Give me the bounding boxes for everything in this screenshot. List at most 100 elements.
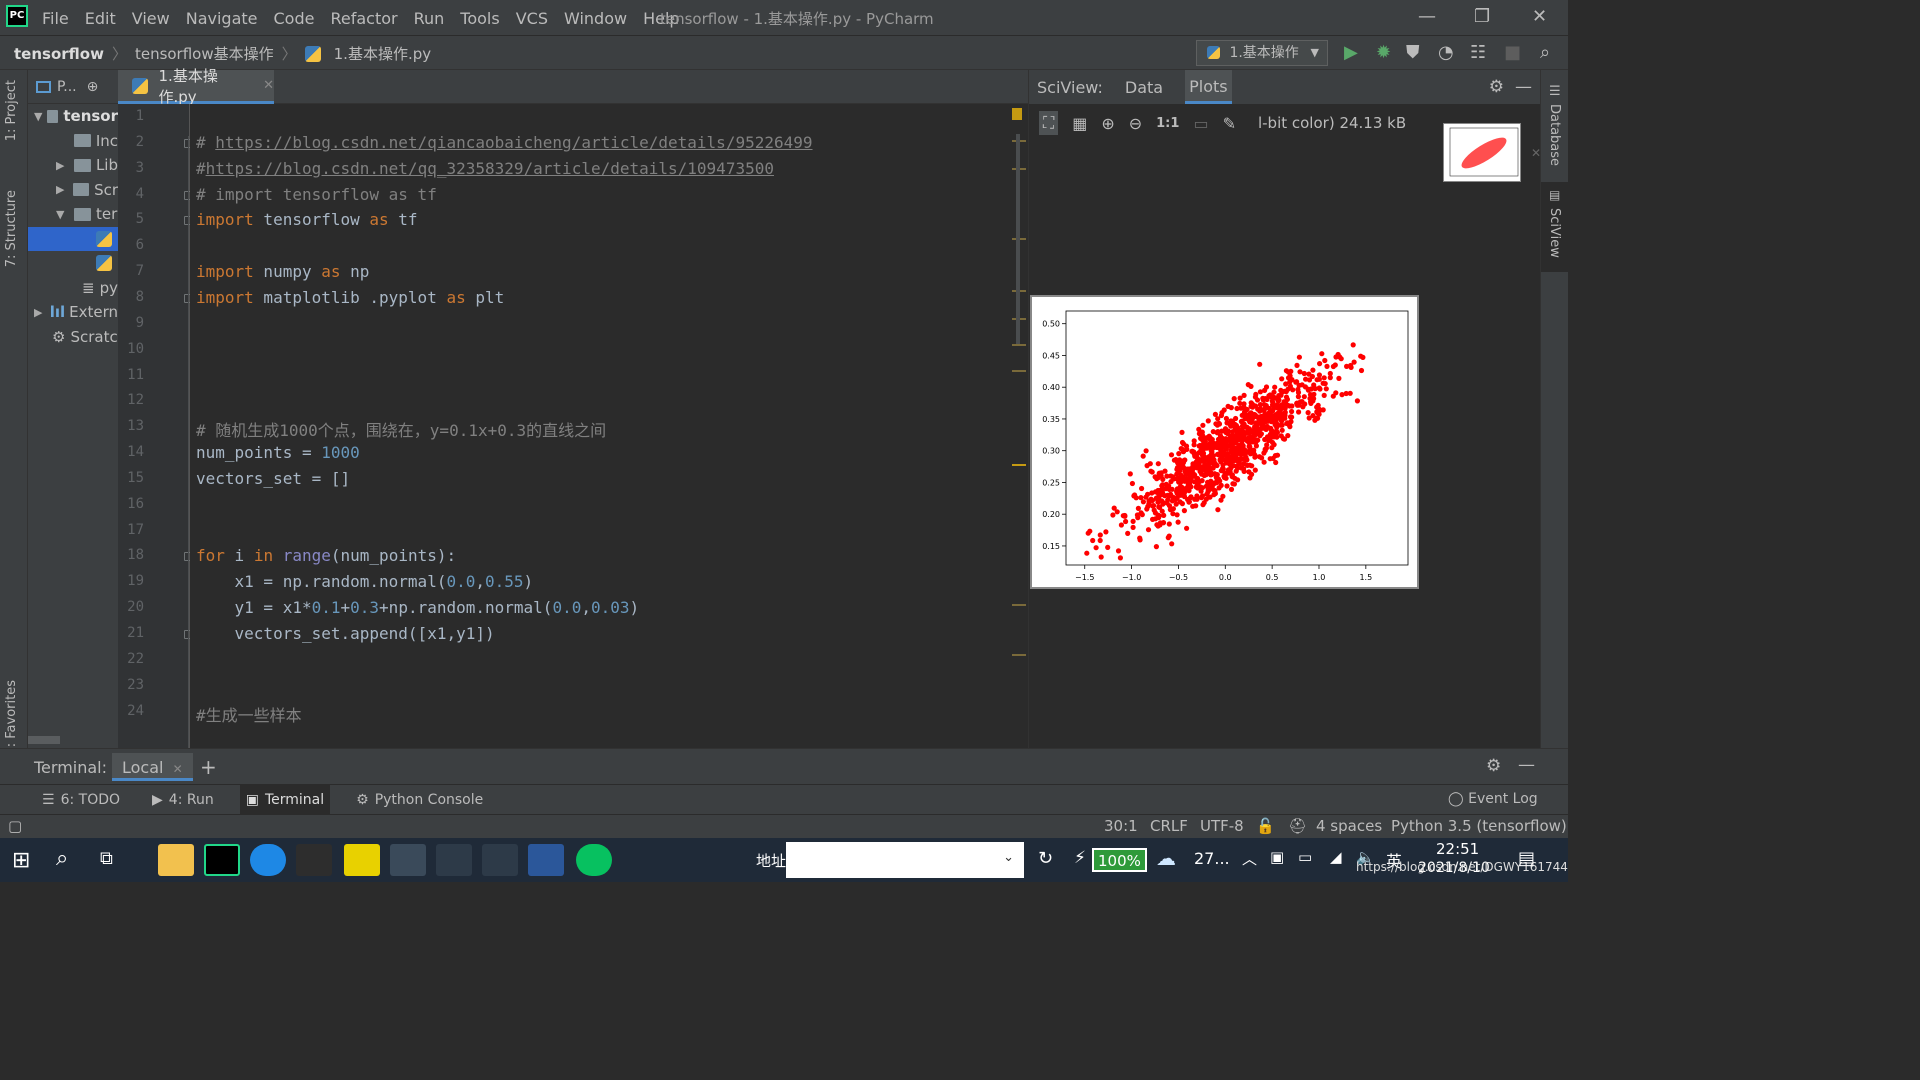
editor-tab-active[interactable]: 1.基本操作.py ✕ bbox=[118, 67, 274, 106]
tree-item[interactable]: ≣ py bbox=[28, 276, 118, 301]
run-configuration-select[interactable]: 1.基本操作 ▼ bbox=[1196, 40, 1328, 66]
tree-item[interactable]: ▼ ter bbox=[28, 202, 118, 227]
search-icon[interactable]: ⌕ bbox=[1540, 42, 1550, 63]
breadcrumb-project[interactable]: tensorflow bbox=[14, 45, 104, 63]
database-tool-tab[interactable]: Database bbox=[1547, 104, 1562, 166]
breadcrumb-file[interactable]: 1.基本操作.py bbox=[334, 43, 431, 64]
code-line[interactable]: # import tensorflow as tf bbox=[196, 185, 437, 204]
code-line[interactable]: vectors_set = [] bbox=[196, 469, 350, 488]
structure-tool-tab[interactable]: 7: Structure bbox=[4, 190, 19, 267]
wechat-icon[interactable] bbox=[576, 844, 612, 876]
file-explorer-icon[interactable] bbox=[158, 844, 194, 876]
tree-item[interactable] bbox=[28, 251, 118, 276]
tool-tab--todo[interactable]: ☰ 6: TODO bbox=[36, 785, 126, 815]
indent-setting[interactable]: 4 spaces bbox=[1316, 817, 1382, 835]
word-icon[interactable] bbox=[528, 844, 564, 876]
add-terminal-button[interactable]: + bbox=[200, 755, 217, 779]
menu-edit[interactable]: Edit bbox=[85, 9, 116, 28]
menu-refactor[interactable]: Refactor bbox=[330, 9, 397, 28]
warning-icon[interactable] bbox=[1012, 108, 1022, 120]
tool-tab--run[interactable]: ▶ 4: Run bbox=[146, 785, 220, 815]
tool-tab-python-console[interactable]: ⚙ Python Console bbox=[350, 785, 489, 815]
concurrency-icon[interactable]: ☷ bbox=[1470, 42, 1486, 63]
notification-icon[interactable]: ▤ bbox=[1518, 848, 1535, 869]
terminal-tab-local[interactable]: Local ✕ bbox=[112, 753, 193, 781]
inspector-icon[interactable]: ⛑ bbox=[1288, 817, 1307, 835]
debug-icon[interactable]: ✹ bbox=[1376, 42, 1391, 63]
jupyter-icon[interactable] bbox=[296, 844, 332, 876]
code-line[interactable]: #生成一些样本 bbox=[196, 702, 302, 726]
plot-thumbnail[interactable] bbox=[1443, 123, 1521, 182]
code-line[interactable]: vectors_set.append([x1,y1]) bbox=[196, 624, 495, 643]
menu-file[interactable]: File bbox=[42, 9, 69, 28]
windows-start-icon[interactable]: ⊞ bbox=[12, 848, 30, 873]
code-line[interactable]: for i in range(num_points): bbox=[196, 546, 456, 565]
menu-code[interactable]: Code bbox=[274, 9, 315, 28]
error-stripe[interactable] bbox=[1008, 104, 1028, 748]
code-line[interactable]: import tensorflow as tf bbox=[196, 210, 418, 229]
locate-icon[interactable]: ⊕ bbox=[87, 79, 99, 95]
zoom-in-icon[interactable]: ⊕ bbox=[1101, 114, 1114, 133]
camera-icon[interactable]: ▣ bbox=[1270, 848, 1284, 866]
tree-item[interactable]: ▶ Lib bbox=[28, 153, 118, 178]
code-line[interactable]: num_points = 1000 bbox=[196, 443, 360, 462]
code-line[interactable]: # https://blog.csdn.net/qiancaobaicheng/… bbox=[196, 133, 813, 152]
expand-right-icon[interactable]: ▶ bbox=[34, 306, 50, 319]
color-picker-icon[interactable]: ✎ bbox=[1223, 114, 1236, 133]
minimize-button[interactable]: — bbox=[1418, 6, 1436, 27]
search-icon[interactable]: ⌕ bbox=[56, 846, 68, 871]
menu-view[interactable]: View bbox=[132, 9, 170, 28]
chevron-down-icon[interactable]: ⌄ bbox=[1003, 850, 1014, 865]
battery-icon[interactable]: ▭ bbox=[1298, 848, 1312, 866]
sciview-tool-tab-active[interactable]: ▤ SciView bbox=[1541, 182, 1568, 272]
code-line[interactable]: x1 = np.random.normal(0.0,0.55) bbox=[196, 572, 534, 591]
code-line[interactable]: y1 = x1*0.1+0.3+np.random.normal(0.0,0.0… bbox=[196, 598, 640, 617]
expand-down-icon[interactable]: ▼ bbox=[34, 110, 47, 123]
actual-size-button[interactable]: 1:1 bbox=[1156, 116, 1179, 131]
code-line[interactable]: import matplotlib .pyplot as plt bbox=[196, 288, 504, 307]
restore-button[interactable]: ❐ bbox=[1474, 6, 1490, 27]
hide-icon[interactable]: — bbox=[1515, 77, 1532, 97]
tab-plots[interactable]: Plots bbox=[1185, 70, 1232, 104]
lock-icon[interactable]: 🔓 bbox=[1256, 817, 1275, 835]
favorites-tool-tab[interactable]: 2: Favorites bbox=[4, 680, 19, 756]
tree-item[interactable]: Inc bbox=[28, 129, 118, 154]
edge-icon[interactable] bbox=[250, 844, 286, 876]
battery-indicator[interactable]: 100% bbox=[1092, 848, 1147, 872]
task-view-icon[interactable]: ⧉ bbox=[100, 848, 113, 869]
breadcrumb-folder[interactable]: tensorflow基本操作 bbox=[135, 43, 274, 64]
expand-right-icon[interactable]: ▶ bbox=[56, 183, 73, 196]
gear-icon[interactable]: ⚙ bbox=[1486, 756, 1501, 776]
close-button[interactable]: ✕ bbox=[1532, 6, 1547, 27]
file-encoding[interactable]: UTF-8 bbox=[1200, 817, 1244, 835]
tree-item[interactable] bbox=[28, 226, 118, 251]
address-input[interactable]: ⌄ bbox=[786, 842, 1024, 878]
caret-position[interactable]: 30:1 bbox=[1104, 817, 1138, 835]
menu-run[interactable]: Run bbox=[414, 9, 445, 28]
weather-text[interactable]: 27... bbox=[1194, 849, 1230, 868]
interpreter-setting[interactable]: Python 3.5 (tensorflow) bbox=[1391, 817, 1567, 835]
hide-icon[interactable]: — bbox=[1518, 755, 1535, 775]
menu-navigate[interactable]: Navigate bbox=[186, 9, 258, 28]
tree-item[interactable]: ▶ lıl Extern bbox=[28, 300, 118, 325]
network-icon[interactable]: ◢ bbox=[1330, 848, 1342, 866]
event-log-button[interactable]: ◯ Event Log bbox=[1448, 791, 1538, 807]
vertical-scrollbar[interactable] bbox=[1016, 134, 1020, 344]
background-icon[interactable]: ▭ bbox=[1193, 114, 1208, 133]
project-tool-tab[interactable]: 1: Project bbox=[4, 80, 19, 141]
grid-icon[interactable]: ▦ bbox=[1072, 114, 1087, 133]
terminal-app-icon[interactable] bbox=[390, 844, 426, 876]
code-line[interactable]: #https://blog.csdn.net/qq_32358329/artic… bbox=[196, 159, 774, 178]
tool-tab-terminal[interactable]: ▣ Terminal bbox=[239, 785, 331, 815]
tree-item[interactable]: ▶ Scr bbox=[28, 178, 118, 203]
fit-icon[interactable]: ⛶ bbox=[1039, 111, 1059, 135]
close-tab-icon[interactable]: ✕ bbox=[173, 762, 183, 776]
menu-tools[interactable]: Tools bbox=[460, 9, 499, 28]
tree-item[interactable]: ⚙ Scratc bbox=[28, 325, 118, 350]
gear-icon[interactable]: ⚙ bbox=[1489, 77, 1504, 97]
clock-time[interactable]: 22:51 bbox=[1436, 840, 1479, 858]
profile-icon[interactable]: ◔ bbox=[1438, 42, 1454, 63]
code-line[interactable]: # 随机生成1000个点，围绕在，y=0.1x+0.3的直线之间 bbox=[196, 417, 606, 441]
tree-item[interactable]: ▼ tensor bbox=[28, 104, 118, 129]
toggle-tool-windows-icon[interactable]: ▢ bbox=[8, 817, 22, 835]
